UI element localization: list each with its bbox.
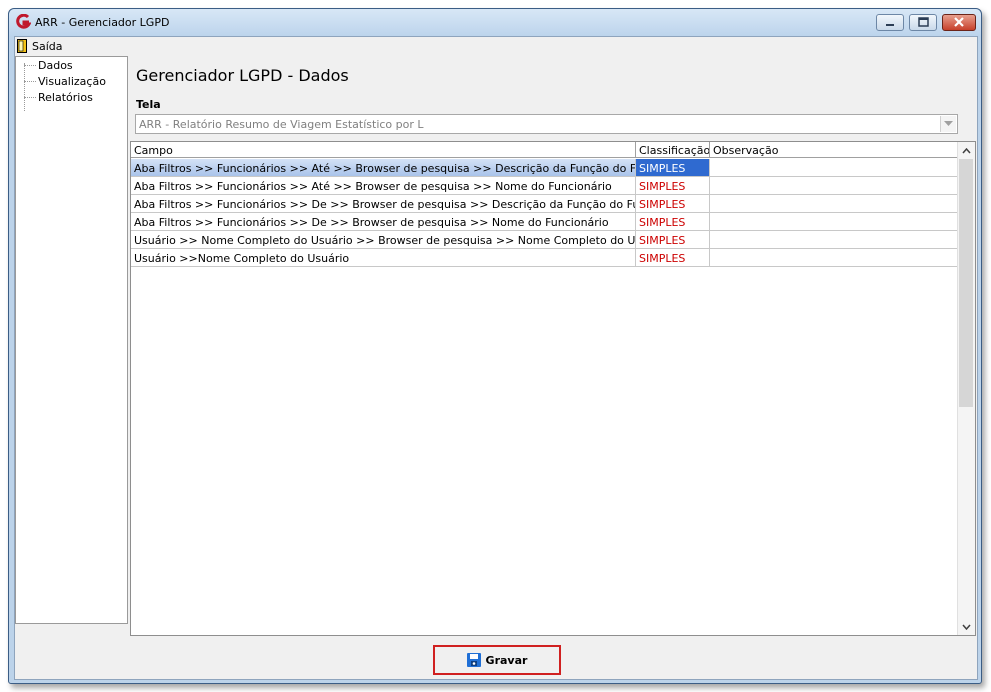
data-grid[interactable]: Campo Classificação Observação Aba Filtr… — [130, 141, 976, 636]
menu-exit-label: Saída — [32, 39, 63, 53]
minimize-button[interactable] — [876, 14, 904, 31]
tree-connector — [24, 80, 36, 82]
cell-classificacao[interactable]: SIMPLES — [636, 195, 710, 213]
chevron-down-icon — [944, 121, 953, 126]
minimize-icon — [886, 24, 894, 26]
nav-item-label: Visualização — [38, 74, 106, 88]
save-button[interactable]: Gravar — [433, 645, 561, 675]
cell-observacao[interactable] — [710, 213, 959, 231]
nav-tree: Dados Visualização Relatórios — [15, 56, 128, 624]
cell-classificacao[interactable]: SIMPLES — [636, 177, 710, 195]
table-row[interactable]: Usuário >>Nome Completo do Usuário SIMPL… — [131, 249, 959, 267]
cell-observacao[interactable] — [710, 231, 959, 249]
floppy-disk-icon — [466, 653, 481, 667]
column-header-observacao[interactable]: Observação — [710, 142, 959, 158]
cell-observacao[interactable] — [710, 177, 959, 195]
table-row[interactable]: Aba Filtros >> Funcionários >> Até >> Br… — [131, 177, 959, 195]
page-title: Gerenciador LGPD - Dados — [136, 66, 349, 85]
nav-item-visualizacao[interactable]: Visualização — [24, 73, 106, 89]
tree-connector — [24, 64, 36, 66]
cell-campo[interactable]: Usuário >>Nome Completo do Usuário — [131, 249, 636, 267]
title-bar[interactable]: ARR - Gerenciador LGPD — [9, 9, 981, 36]
scroll-thumb[interactable] — [959, 159, 973, 407]
cell-classificacao[interactable]: SIMPLES — [636, 231, 710, 249]
cell-observacao[interactable] — [710, 195, 959, 213]
table-row[interactable]: Usuário >> Nome Completo do Usuário >> B… — [131, 231, 959, 249]
nav-item-relatorios[interactable]: Relatórios — [24, 89, 93, 105]
tela-select-value: ARR - Relatório Resumo de Viagem Estatís… — [139, 118, 424, 131]
save-button-label: Gravar — [485, 653, 528, 667]
maximize-icon — [918, 17, 929, 27]
nav-item-label: Relatórios — [38, 90, 93, 104]
chevron-up-icon — [962, 147, 971, 153]
exit-door-icon — [17, 39, 27, 53]
app-logo-icon — [16, 14, 31, 29]
tree-connector — [24, 96, 36, 98]
column-header-classificacao[interactable]: Classificação — [636, 142, 710, 158]
close-icon — [954, 17, 964, 27]
chevron-down-icon — [962, 624, 971, 630]
tela-label: Tela — [136, 98, 161, 111]
cell-campo[interactable]: Aba Filtros >> Funcionários >> Até >> Br… — [131, 159, 636, 177]
table-row[interactable]: Aba Filtros >> Funcionários >> De >> Bro… — [131, 195, 959, 213]
grid-header: Campo Classificação Observação — [131, 142, 959, 159]
app-window: ARR - Gerenciador LGPD Saída Dados Visua… — [8, 8, 982, 684]
cell-campo[interactable]: Aba Filtros >> Funcionários >> De >> Bro… — [131, 213, 636, 231]
cell-observacao[interactable] — [710, 249, 959, 267]
menu-bar: Saída — [15, 37, 977, 55]
close-button[interactable] — [942, 14, 976, 31]
cell-classificacao[interactable]: SIMPLES — [636, 159, 710, 177]
maximize-button[interactable] — [909, 14, 937, 31]
vertical-scrollbar[interactable] — [957, 142, 975, 635]
cell-campo[interactable]: Usuário >> Nome Completo do Usuário >> B… — [131, 231, 636, 249]
scroll-down-button[interactable] — [958, 618, 975, 635]
table-row[interactable]: Aba Filtros >> Funcionários >> Até >> Br… — [131, 159, 959, 177]
cell-campo[interactable]: Aba Filtros >> Funcionários >> De >> Bro… — [131, 195, 636, 213]
save-button-face[interactable]: Gravar — [438, 650, 556, 670]
column-header-campo[interactable]: Campo — [131, 142, 636, 158]
tela-dropdown-button[interactable] — [940, 116, 956, 132]
nav-item-label: Dados — [38, 58, 73, 72]
scroll-up-button[interactable] — [958, 142, 975, 159]
tela-select[interactable]: ARR - Relatório Resumo de Viagem Estatís… — [135, 114, 958, 134]
cell-classificacao[interactable]: SIMPLES — [636, 213, 710, 231]
menu-exit[interactable]: Saída — [17, 38, 63, 54]
nav-item-dados[interactable]: Dados — [24, 57, 73, 73]
cell-campo[interactable]: Aba Filtros >> Funcionários >> Até >> Br… — [131, 177, 636, 195]
cell-observacao[interactable] — [710, 159, 959, 177]
client-area: Saída Dados Visualização Relatórios Gere… — [14, 36, 978, 680]
table-row[interactable]: Aba Filtros >> Funcionários >> De >> Bro… — [131, 213, 959, 231]
cell-classificacao[interactable]: SIMPLES — [636, 249, 710, 267]
window-title: ARR - Gerenciador LGPD — [35, 16, 170, 29]
